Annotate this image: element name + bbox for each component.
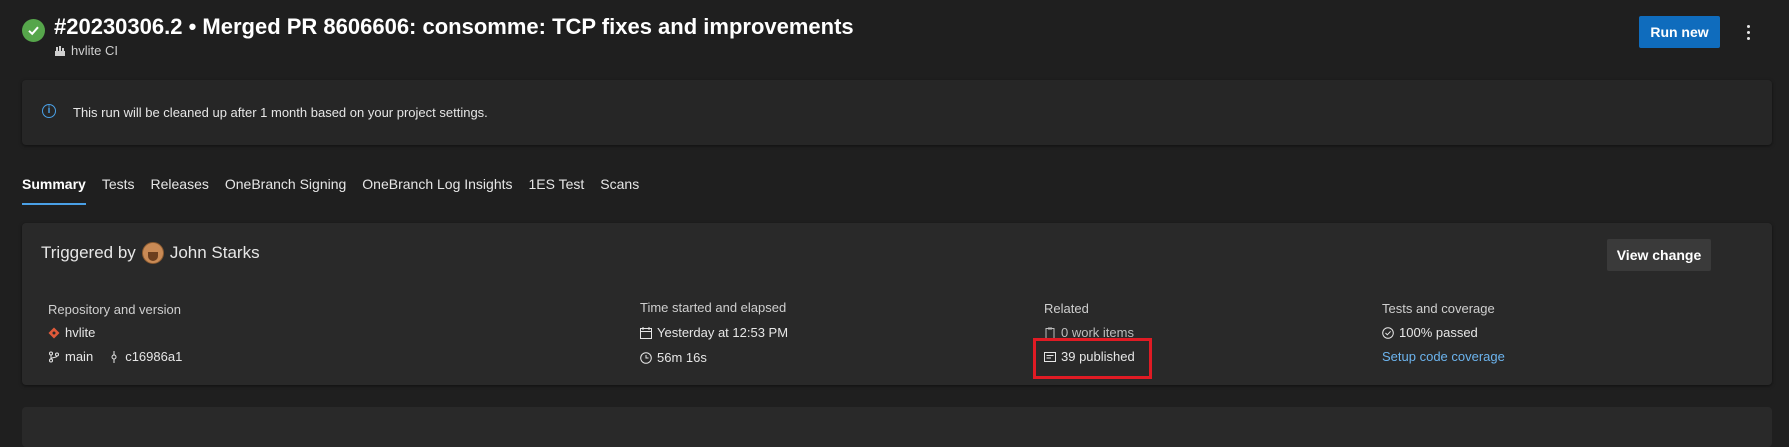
user-name[interactable]: John Starks: [170, 243, 260, 263]
commit-id: c16986a1: [125, 349, 183, 364]
pipeline-icon: [54, 45, 66, 57]
triggered-by: Triggered by John Starks: [41, 242, 260, 264]
tests-heading: Tests and coverage: [1382, 301, 1495, 316]
more-options-icon[interactable]: [1738, 17, 1758, 47]
run-new-button[interactable]: Run new: [1639, 16, 1720, 48]
tab-summary[interactable]: Summary: [22, 176, 86, 205]
avatar: [141, 242, 164, 264]
page-title: #20230306.2 • Merged PR 8606606: consomm…: [54, 14, 854, 39]
repo-name: hvlite: [65, 325, 96, 340]
tab-tests[interactable]: Tests: [102, 176, 135, 205]
tests-passed[interactable]: 100% passed: [1382, 325, 1478, 340]
info-icon: i: [42, 104, 56, 118]
calendar-icon: [640, 326, 652, 339]
time-elapsed: 56m 16s: [640, 350, 707, 365]
clock-icon: [640, 351, 652, 364]
pipeline-link[interactable]: hvlite CI: [54, 43, 118, 58]
tab-scans[interactable]: Scans: [600, 176, 639, 205]
setup-code-coverage-link[interactable]: Setup code coverage: [1382, 349, 1505, 364]
branch-info[interactable]: main c16986a1: [48, 349, 182, 364]
time-heading: Time started and elapsed: [640, 300, 787, 315]
repo-link[interactable]: hvlite: [48, 325, 95, 340]
tab-releases[interactable]: Releases: [151, 176, 209, 205]
tab-1es-test[interactable]: 1ES Test: [529, 176, 585, 205]
tab-bar: Summary Tests Releases OneBranch Signing…: [22, 176, 655, 205]
time-elapsed-value: 56m 16s: [657, 350, 707, 365]
time-started-value: Yesterday at 12:53 PM: [657, 325, 789, 340]
tests-passed-value: 100% passed: [1399, 325, 1478, 340]
clipboard-icon: [1044, 327, 1056, 339]
branch-name: main: [65, 349, 94, 364]
related-heading: Related: [1044, 301, 1089, 316]
banner-text: This run will be cleaned up after 1 mont…: [73, 105, 488, 120]
highlight-box: [1033, 338, 1152, 379]
tab-onebranch-log-insights[interactable]: OneBranch Log Insights: [362, 176, 512, 205]
next-card: [22, 407, 1772, 447]
status-success-icon: [22, 19, 45, 42]
repo-heading: Repository and version: [48, 302, 181, 317]
git-repo-icon: [48, 327, 60, 339]
view-change-button[interactable]: View change: [1607, 239, 1711, 271]
summary-card: [22, 223, 1772, 385]
time-started: Yesterday at 12:53 PM: [640, 325, 788, 340]
triggered-by-label: Triggered by: [41, 243, 136, 262]
check-circle-icon: [1382, 326, 1394, 339]
branch-icon: [48, 351, 60, 363]
pipeline-name: hvlite CI: [71, 43, 118, 58]
tab-onebranch-signing[interactable]: OneBranch Signing: [225, 176, 346, 205]
commit-icon: [108, 350, 120, 363]
